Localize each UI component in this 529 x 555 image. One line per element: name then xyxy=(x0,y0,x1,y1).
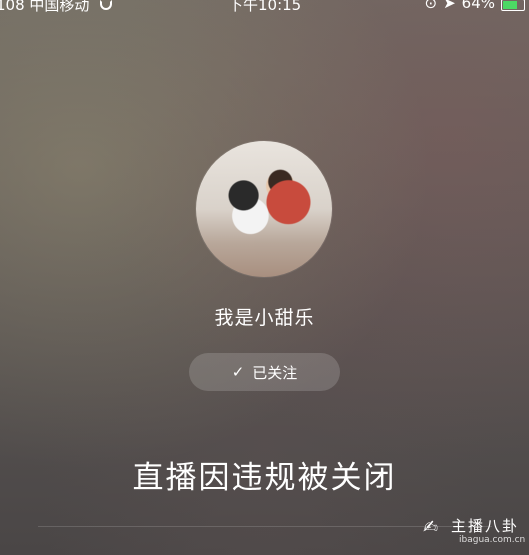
battery-percent: 64% xyxy=(461,0,495,12)
battery-fill xyxy=(503,1,518,9)
follow-button[interactable]: ✓ 已关注 xyxy=(189,353,340,391)
watermark-title: 主播八卦 xyxy=(451,517,520,535)
wifi-icon xyxy=(100,0,113,10)
username: 我是小甜乐 xyxy=(214,307,315,329)
checkmark-icon: ✓ xyxy=(231,363,245,381)
status-bar: 108 中国移动 下午10:15 ⊙ ➤ 64% xyxy=(0,0,529,14)
watermark: ✍ 主播八卦 ibagua.com.cn xyxy=(423,515,525,549)
live-closed-message: 直播因违规被关闭 xyxy=(132,460,397,496)
avatar[interactable] xyxy=(196,141,332,277)
status-right-group: ⊙ ➤ 64% xyxy=(424,0,525,12)
location-icon: ➤ xyxy=(443,0,456,12)
carrier-text: 108 中国移动 xyxy=(0,0,90,14)
watermark-logo-icon: ✍ xyxy=(423,517,439,538)
battery-icon xyxy=(501,0,525,11)
lock-rotation-icon: ⊙ xyxy=(424,0,438,12)
carrier-group: 108 中国移动 xyxy=(0,0,113,14)
follow-button-label: 已关注 xyxy=(252,363,298,382)
watermark-url: ibagua.com.cn xyxy=(459,535,526,545)
status-time: 下午10:15 xyxy=(228,0,302,14)
